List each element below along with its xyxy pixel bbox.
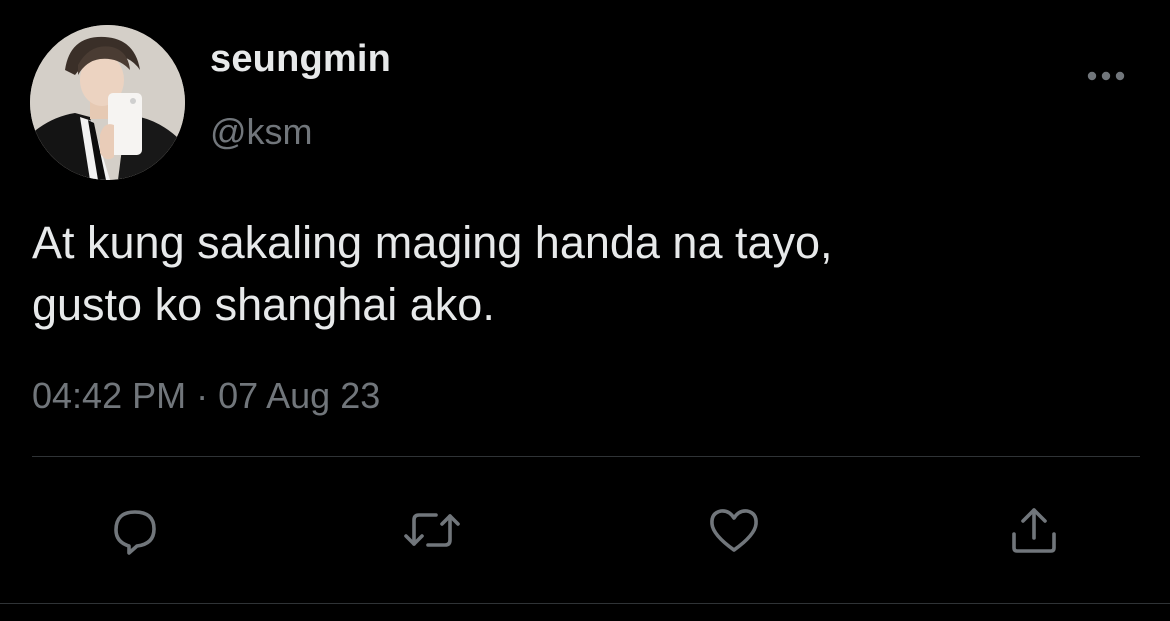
divider xyxy=(32,456,1140,457)
user-handle[interactable]: @ksm xyxy=(210,111,313,153)
retweet-icon xyxy=(400,504,464,556)
tweet-card: seungmin @ksm At kung sakaling maging ha… xyxy=(0,0,1170,621)
tweet-timestamp[interactable]: 04:42 PM · 07 Aug 23 xyxy=(32,375,380,417)
tweet-text: At kung sakaling maging handa na tayo, g… xyxy=(32,217,833,330)
retweet-button[interactable] xyxy=(402,502,462,558)
avatar[interactable] xyxy=(30,25,185,180)
timestamp-separator: · xyxy=(196,375,209,416)
bottom-divider xyxy=(0,603,1170,604)
more-options-icon[interactable] xyxy=(1082,58,1130,94)
share-icon xyxy=(1006,502,1062,558)
display-name[interactable]: seungmin xyxy=(210,38,391,81)
like-icon xyxy=(705,504,763,556)
reply-icon xyxy=(107,504,163,556)
like-button[interactable] xyxy=(704,502,764,558)
reply-button[interactable] xyxy=(105,502,165,558)
share-button[interactable] xyxy=(1004,502,1064,558)
tweet-time: 04:42 PM xyxy=(32,375,187,416)
tweet-date: 07 Aug 23 xyxy=(218,375,381,416)
